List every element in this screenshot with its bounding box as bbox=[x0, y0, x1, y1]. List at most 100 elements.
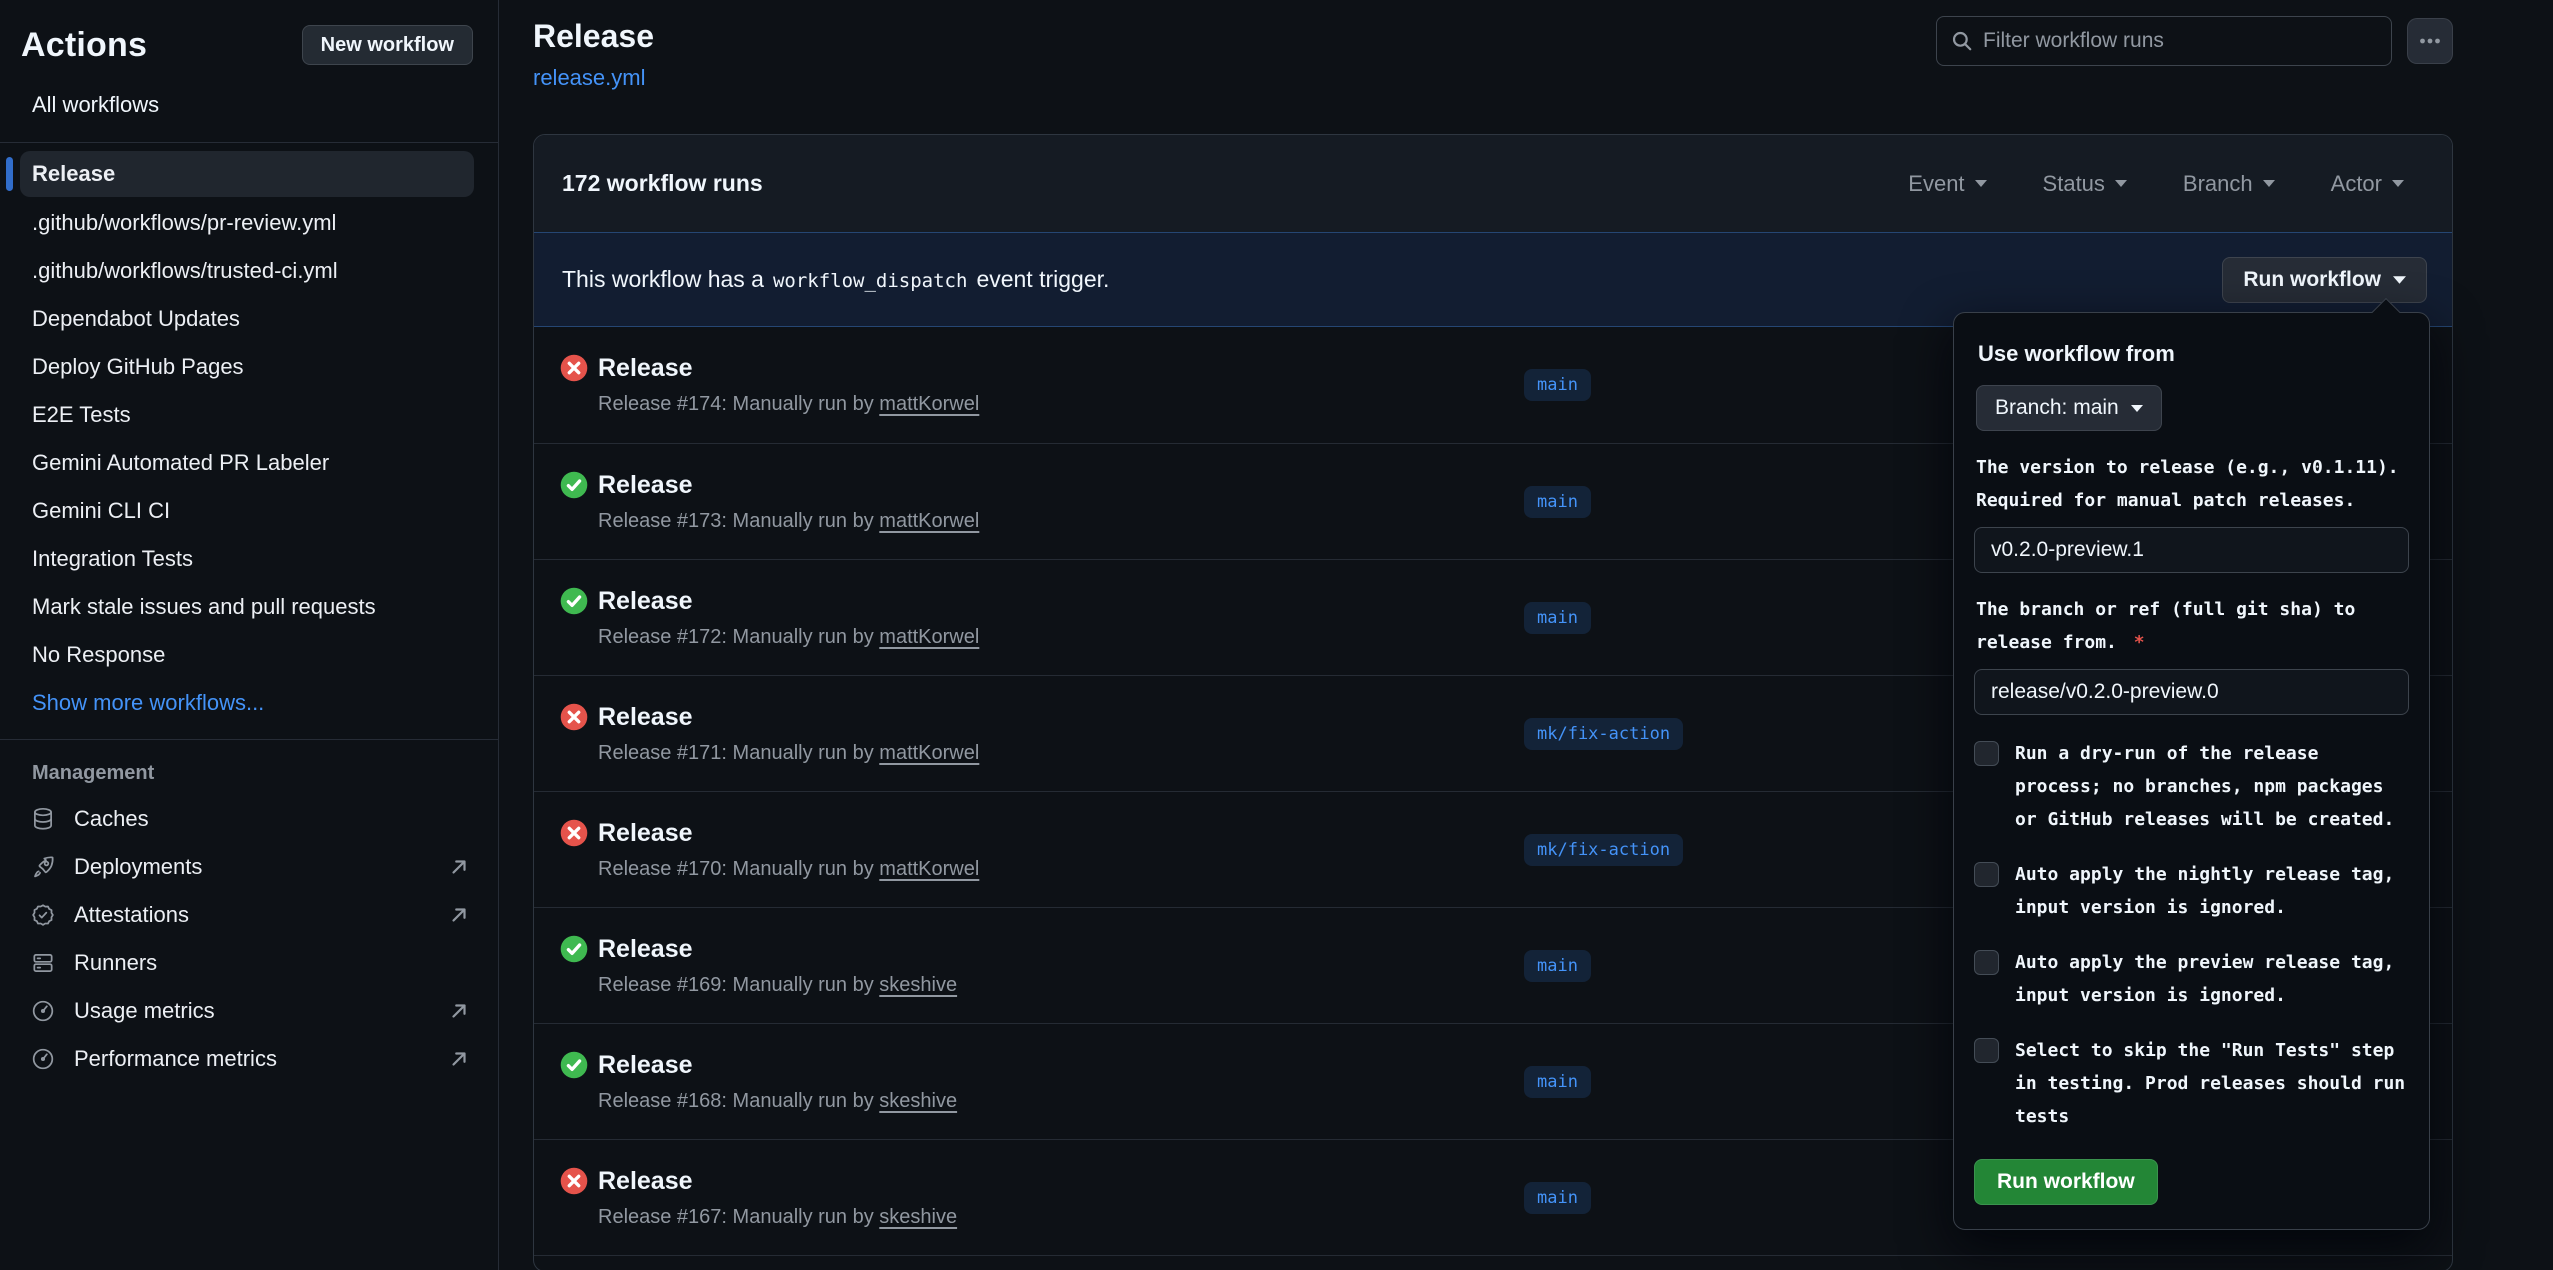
sidebar-item-label: Caches bbox=[74, 806, 149, 832]
checkbox-label: Auto apply the nightly release tag, inpu… bbox=[2015, 858, 2409, 924]
popover-checkboxes: Run a dry-run of the release process; no… bbox=[1974, 737, 2409, 1133]
actor-link[interactable]: mattKorwel bbox=[879, 626, 979, 648]
branch-badge[interactable]: main bbox=[1524, 1182, 1591, 1214]
sidebar-item-all-workflows[interactable]: All workflows bbox=[32, 92, 474, 118]
actions-title: Actions bbox=[21, 26, 147, 65]
new-workflow-button[interactable]: New workflow bbox=[302, 25, 473, 65]
checkbox[interactable] bbox=[1974, 741, 1999, 766]
branch-badge[interactable]: main bbox=[1524, 602, 1591, 634]
actor-link[interactable]: skeshive bbox=[879, 1090, 957, 1112]
branch-badge[interactable]: mk/fix-action bbox=[1524, 834, 1683, 866]
run-title-link[interactable]: Release bbox=[598, 1164, 957, 1198]
branch-badge[interactable]: main bbox=[1524, 369, 1591, 401]
run-workflow-submit-button[interactable]: Run workflow bbox=[1974, 1159, 2158, 1205]
filter-label: Status bbox=[2043, 171, 2105, 197]
sidebar-item-label: Mark stale issues and pull requests bbox=[32, 594, 376, 620]
sidebar-show-more-workflows[interactable]: Show more workflows... bbox=[0, 679, 498, 727]
actor-link[interactable]: mattKorwel bbox=[879, 510, 979, 532]
sidebar-item-github-workflows-pr-review-yml[interactable]: .github/workflows/pr-review.yml bbox=[0, 199, 498, 247]
run-description-text: Release #169: Manually run by bbox=[598, 974, 879, 996]
run-title-link[interactable]: Release bbox=[598, 1048, 957, 1082]
run-title-link[interactable]: Release bbox=[598, 584, 979, 618]
external-link-icon bbox=[448, 856, 470, 878]
run-title-link[interactable]: Release bbox=[598, 932, 957, 966]
sidebar-item-label: E2E Tests bbox=[32, 402, 131, 428]
filter-workflow-runs-box bbox=[1936, 16, 2392, 66]
input-description: The branch or ref (full git sha) to rele… bbox=[1976, 593, 2407, 659]
run-description: Release #169: Manually run by skeshive bbox=[598, 970, 957, 1000]
sidebar-item-gemini-cli-ci[interactable]: Gemini CLI CI bbox=[0, 487, 498, 535]
filter-actor[interactable]: Actor bbox=[2331, 171, 2404, 197]
sidebar-item-label: Deploy GitHub Pages bbox=[32, 354, 244, 380]
sidebar-item-no-response[interactable]: No Response bbox=[0, 631, 498, 679]
branch-badge[interactable]: main bbox=[1524, 1066, 1591, 1098]
filter-branch[interactable]: Branch bbox=[2183, 171, 2275, 197]
run-summary: Release Release #171: Manually run by mat… bbox=[598, 700, 979, 768]
sidebar-item-deploy-github-pages[interactable]: Deploy GitHub Pages bbox=[0, 343, 498, 391]
runs-header: 172 workflow runs EventStatusBranchActor bbox=[534, 135, 2452, 232]
run-title-link[interactable]: Release bbox=[598, 468, 979, 502]
actor-link[interactable]: mattKorwel bbox=[879, 858, 979, 880]
filter-status[interactable]: Status bbox=[2043, 171, 2127, 197]
run-summary: Release Release #174: Manually run by mat… bbox=[598, 351, 979, 419]
sidebar-item-gemini-automated-pr-labeler[interactable]: Gemini Automated PR Labeler bbox=[0, 439, 498, 487]
sidebar-item-label: Usage metrics bbox=[74, 998, 215, 1024]
sidebar-item-dependabot-updates[interactable]: Dependabot Updates bbox=[0, 295, 498, 343]
run-summary: ReleaseRelease #168: Manually run by ske… bbox=[598, 1048, 957, 1116]
sidebar-item-label: .github/workflows/pr-review.yml bbox=[32, 210, 336, 236]
sidebar-item-e2e-tests[interactable]: E2E Tests bbox=[0, 391, 498, 439]
run-description-text: Release #172: Manually run by bbox=[598, 626, 879, 648]
branch-selector-button[interactable]: Branch: main bbox=[1976, 385, 2162, 431]
branch-selector-label: Branch: main bbox=[1995, 396, 2119, 420]
sidebar-item-runners[interactable]: Runners bbox=[0, 939, 498, 987]
checkbox-row: Run a dry-run of the release process; no… bbox=[1974, 737, 2409, 836]
workflow-file-link[interactable]: release.yml bbox=[533, 65, 645, 91]
banner-event-code: workflow_dispatch bbox=[773, 270, 967, 292]
sidebar-item-mark-stale-issues-and-pull-requests[interactable]: Mark stale issues and pull requests bbox=[0, 583, 498, 631]
checkbox[interactable] bbox=[1974, 1038, 1999, 1063]
version-input[interactable] bbox=[1974, 527, 2409, 573]
actor-link[interactable]: mattKorwel bbox=[879, 393, 979, 415]
checkbox[interactable] bbox=[1974, 862, 1999, 887]
workflow-list: Release .github/workflows/pr-review.yml .g… bbox=[0, 151, 498, 727]
required-asterisk: * bbox=[2123, 632, 2145, 653]
search-icon bbox=[1951, 30, 1973, 52]
branch-ref-input[interactable] bbox=[1974, 669, 2409, 715]
run-title-link[interactable]: Release bbox=[598, 351, 979, 385]
sidebar-item-integration-tests[interactable]: Integration Tests bbox=[0, 535, 498, 583]
filter-workflow-runs-input[interactable] bbox=[1983, 29, 2377, 53]
run-summary: Release Release #169: Manually run by ske… bbox=[598, 932, 957, 1000]
run-workflow-dropdown-button[interactable]: Run workflow bbox=[2222, 257, 2427, 303]
meter-icon bbox=[30, 1046, 56, 1072]
input-description: The version to release (e.g., v0.1.11). … bbox=[1976, 451, 2407, 517]
management-list: Caches DeploymentsAttestationsRunners Usag… bbox=[0, 795, 498, 1083]
branch-badge[interactable]: main bbox=[1524, 950, 1591, 982]
selected-accent-bar bbox=[6, 157, 13, 191]
sidebar-item-release[interactable]: Release bbox=[20, 151, 474, 197]
actor-link[interactable]: skeshive bbox=[879, 974, 957, 996]
checkbox[interactable] bbox=[1974, 950, 1999, 975]
github-actions-page: Actions New workflow All workflows Relea… bbox=[0, 0, 2553, 1270]
input-description-text: The branch or ref (full git sha) to rele… bbox=[1976, 599, 2355, 653]
run-title-link[interactable]: Release bbox=[598, 700, 979, 734]
run-description: Release #171: Manually run by mattKorwel bbox=[598, 738, 979, 768]
actor-link[interactable]: skeshive bbox=[879, 1206, 957, 1228]
branch-badge[interactable]: main bbox=[1524, 486, 1591, 518]
workflow-options-button[interactable] bbox=[2407, 18, 2453, 64]
checkbox-row: Auto apply the nightly release tag, inpu… bbox=[1974, 858, 2409, 924]
check-circle-icon bbox=[560, 1051, 588, 1079]
run-summary: ReleaseRelease #173: Manually run by mat… bbox=[598, 468, 979, 536]
run-description: Release #174: Manually run by mattKorwel bbox=[598, 389, 979, 419]
sidebar-item-usage-metrics[interactable]: Usage metrics bbox=[0, 987, 498, 1035]
filter-event[interactable]: Event bbox=[1908, 171, 1986, 197]
sidebar-item-attestations[interactable]: Attestations bbox=[0, 891, 498, 939]
branch-badge[interactable]: mk/fix-action bbox=[1524, 718, 1683, 750]
divider bbox=[0, 142, 498, 143]
external-link-icon bbox=[448, 1048, 470, 1070]
run-title-link[interactable]: Release bbox=[598, 816, 979, 850]
actor-link[interactable]: mattKorwel bbox=[879, 742, 979, 764]
sidebar-item-deployments[interactable]: Deployments bbox=[0, 843, 498, 891]
sidebar-item-github-workflows-trusted-ci-yml[interactable]: .github/workflows/trusted-ci.yml bbox=[0, 247, 498, 295]
sidebar-item-performance-metrics[interactable]: Performance metrics bbox=[0, 1035, 498, 1083]
sidebar-item-caches[interactable]: Caches bbox=[0, 795, 498, 843]
